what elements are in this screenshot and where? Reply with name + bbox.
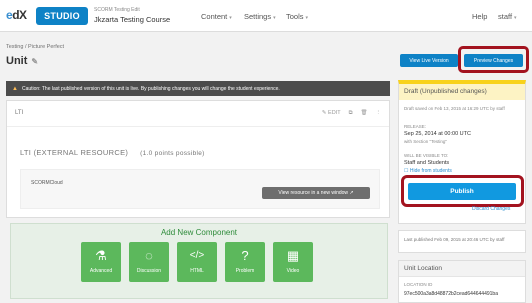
view-live-button[interactable]: View Live Version xyxy=(400,54,458,67)
chevron-down-icon: ▾ xyxy=(273,15,276,21)
preview-highlight xyxy=(458,46,529,73)
nav-tools[interactable]: Tools ▾ xyxy=(286,12,308,21)
film-icon: ▦ xyxy=(286,248,300,263)
view-resource-button[interactable]: View resource in a new window ↗ xyxy=(262,187,370,199)
breadcrumb[interactable]: Testing / Picture Perfect xyxy=(6,44,64,50)
nav-settings[interactable]: Settings ▾ xyxy=(244,12,276,21)
external-link-icon: ↗ xyxy=(349,190,354,196)
add-advanced-button[interactable]: ⚗ Advanced xyxy=(81,242,121,282)
speech-bubble-icon: ◌ xyxy=(145,248,153,263)
points-possible: (1.0 points possible) xyxy=(140,150,205,157)
edx-logo[interactable]: edX xyxy=(6,8,27,22)
visibility-value: Staff and Students xyxy=(404,160,450,166)
code-icon: </> xyxy=(189,250,205,261)
last-published-info: Last published Feb 09, 2015 at 20:46 UTC… xyxy=(398,230,526,253)
add-video-button[interactable]: ▦ Video xyxy=(273,242,313,282)
component-type-label: LTI xyxy=(15,110,24,116)
add-discussion-button[interactable]: ◌ Discussion xyxy=(129,242,169,282)
course-org: SCORM Testing Edit xyxy=(94,7,140,13)
add-component-title: Add New Component xyxy=(160,228,238,237)
visibility-label: WILL BE VISIBLE TO: xyxy=(404,153,449,158)
discard-changes-link[interactable]: Discard Changes xyxy=(472,206,510,212)
help-link[interactable]: Help xyxy=(472,12,487,21)
pencil-icon[interactable]: ✎ xyxy=(31,57,38,66)
edit-button[interactable]: ✎ EDIT xyxy=(322,110,341,117)
draft-title: Draft (Unpublished changes) xyxy=(399,84,525,100)
page-title: Unit ✎ xyxy=(6,55,39,67)
hide-from-students-checkbox[interactable]: ☐ Hide from students xyxy=(404,168,452,174)
add-html-button[interactable]: </> HTML xyxy=(177,242,217,282)
release-section: with Section "Testing" xyxy=(404,139,447,144)
component-panel: LTI ✎ EDIT ⧉ 🗑 ⋮ LTI (EXTERNAL RESOURCE)… xyxy=(6,100,390,218)
studio-badge[interactable]: STUDIO xyxy=(36,7,88,25)
unit-location-panel: Unit Location LOCATION ID 97ec500a3a8d48… xyxy=(398,260,526,303)
location-id-value: 97ec500a3a8d48872b2cead644644491ba xyxy=(404,291,498,297)
duplicate-icon[interactable]: ⧉ xyxy=(349,110,353,117)
provider-name: SCORMCloud xyxy=(31,180,63,186)
xblock-title: LTI (EXTERNAL RESOURCE) (1.0 points possi… xyxy=(20,148,205,157)
component-header: LTI ✎ EDIT ⧉ 🗑 ⋮ xyxy=(7,101,389,127)
location-id-label: LOCATION ID xyxy=(404,282,433,287)
add-component-box: Add New Component ⚗ Advanced ◌ Discussion … xyxy=(10,223,388,299)
top-header: edX STUDIO SCORM Testing Edit Jkzarta Te… xyxy=(0,0,532,32)
draft-saved-info: Draft saved on Feb 13, 2015 at 16:29 UTC… xyxy=(404,106,505,111)
add-problem-button[interactable]: ? Problem xyxy=(225,242,265,282)
unit-location-title: Unit Location xyxy=(399,261,525,277)
course-title[interactable]: Jkzarta Testing Course xyxy=(94,15,170,24)
release-date: Sep 25, 2014 at 00:00 UTC xyxy=(404,131,471,137)
question-circle-icon: ? xyxy=(241,248,249,263)
caution-banner: ▲ Caution: The last published version of… xyxy=(6,81,390,96)
nav-content[interactable]: Content ▾ xyxy=(201,12,232,21)
chevron-down-icon: ▾ xyxy=(229,15,232,21)
publish-highlight xyxy=(401,175,524,207)
delete-icon[interactable]: 🗑 xyxy=(361,110,368,117)
chevron-down-icon: ▾ xyxy=(514,15,517,21)
flask-icon: ⚗ xyxy=(95,248,107,263)
user-menu[interactable]: staff ▾ xyxy=(498,12,517,21)
lti-preview: SCORMCloud View resource in a new window… xyxy=(20,169,380,209)
drag-handle-icon[interactable]: ⋮ xyxy=(376,110,382,117)
release-label: RELEASE: xyxy=(404,124,427,129)
warning-icon: ▲ xyxy=(12,85,18,92)
component-tools: ✎ EDIT ⧉ 🗑 ⋮ xyxy=(322,110,381,117)
chevron-down-icon: ▾ xyxy=(305,15,309,21)
